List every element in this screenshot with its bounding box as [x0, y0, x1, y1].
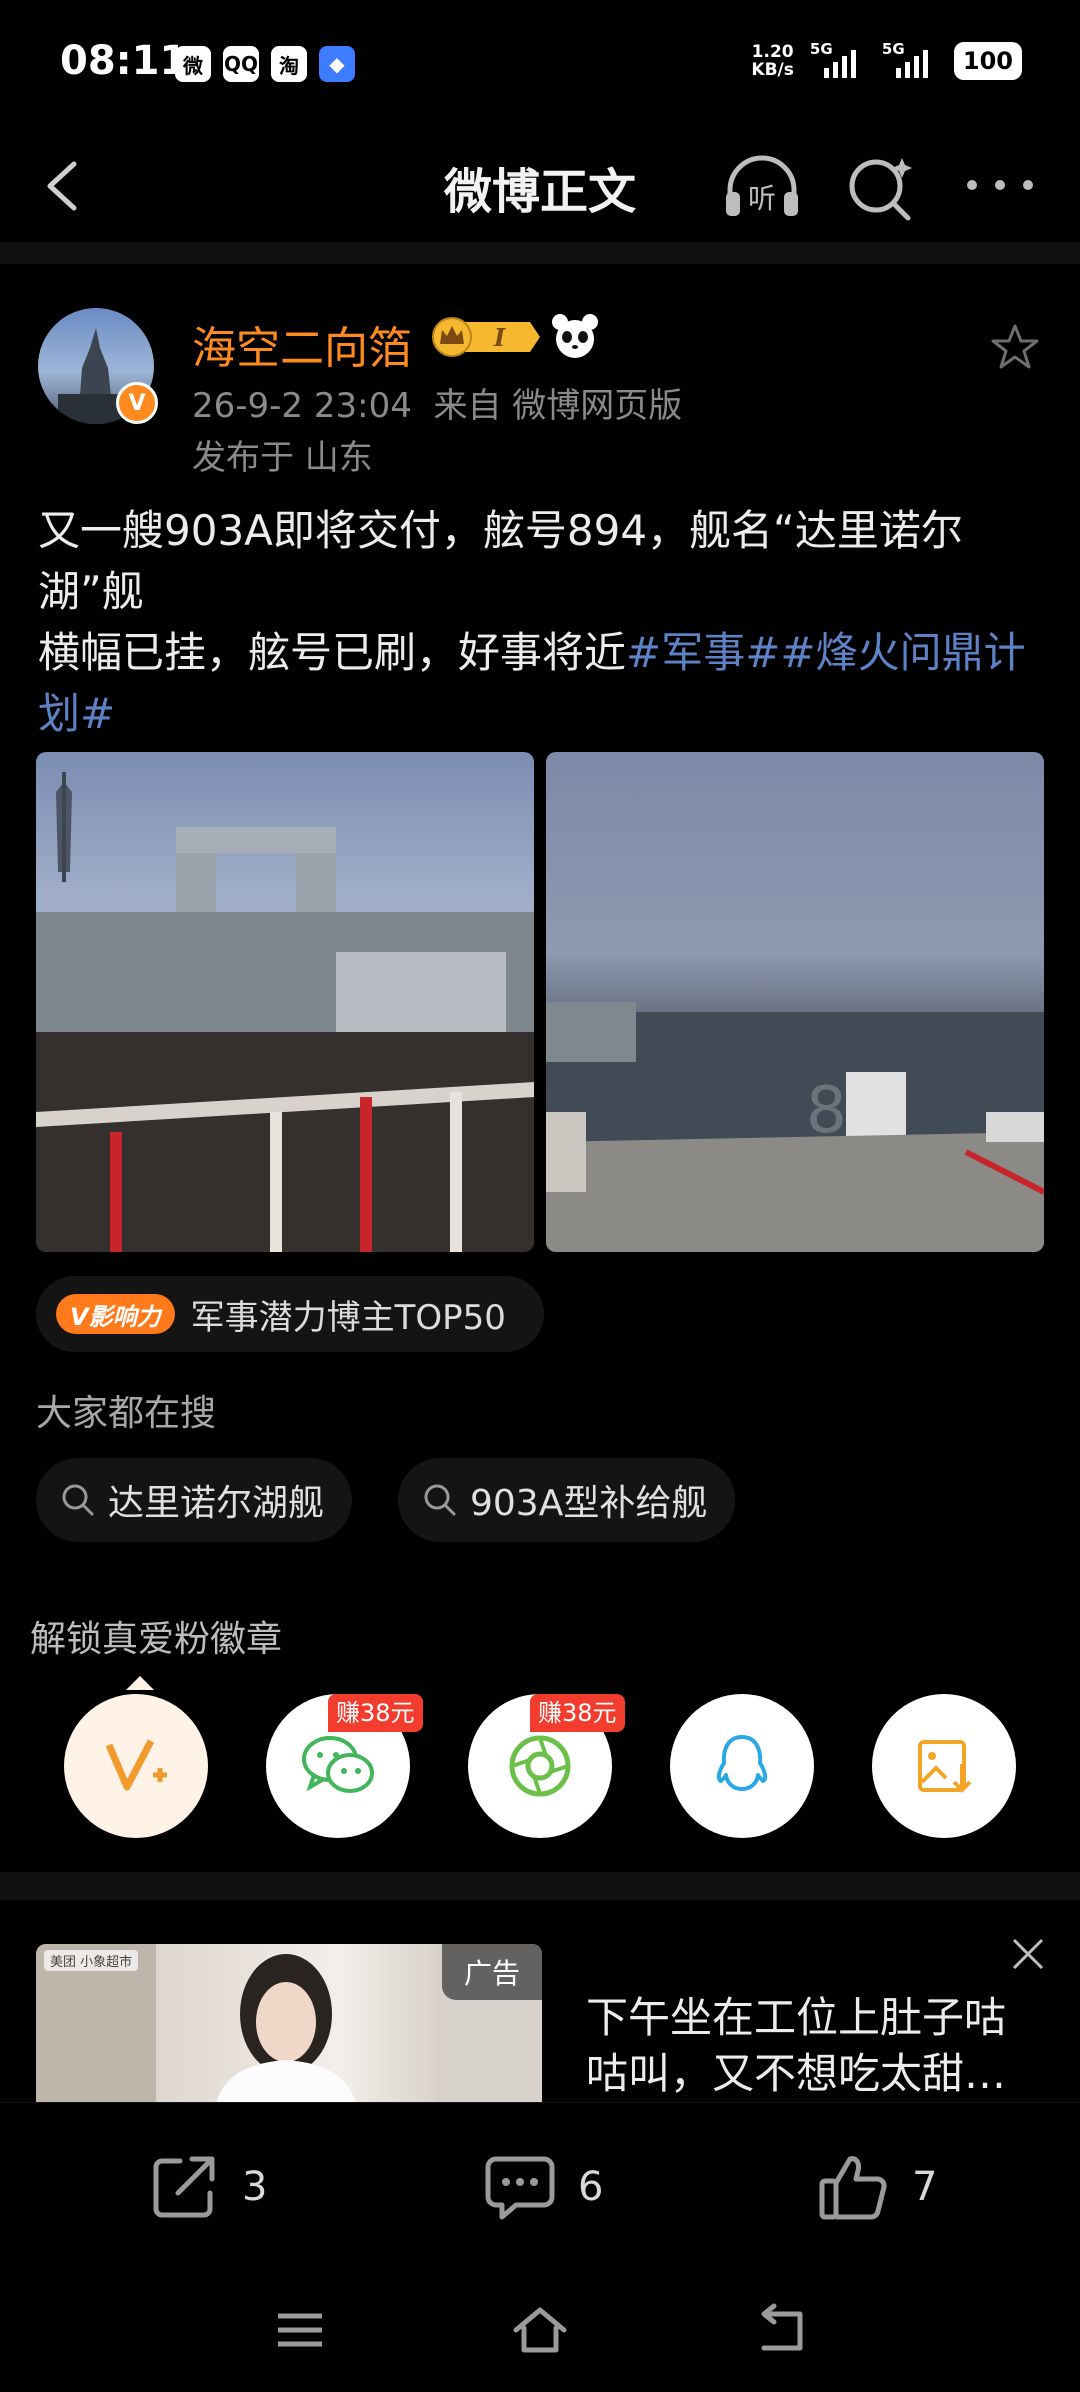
post-image[interactable] — [36, 752, 534, 1252]
post-body: 又一艘903A即将交付，舷号894，舰名“达里诺尔湖”舰 横幅已挂，舷号已刷，好… — [38, 500, 1048, 744]
page-title: 微博正文 — [443, 164, 636, 220]
status-bar: 08:11 微 QQ 淘 ◆ 1.20 KB/s 5G 5G 100 — [0, 0, 1080, 130]
verified-badge-icon: V — [116, 382, 158, 424]
author-name[interactable]: 海空二向箔 — [192, 312, 412, 376]
tooltip-pointer — [126, 1676, 154, 1690]
status-indicators: 1.20 KB/s 5G 5G 100 — [751, 40, 1022, 80]
menu-icon[interactable] — [270, 2300, 330, 2360]
post-time: 26-9-2 23:04 — [192, 386, 412, 426]
more-options-icon[interactable] — [962, 170, 1038, 200]
ad-brand: 美团 小象超市 — [44, 1950, 139, 1971]
signal-icon: 5G — [882, 40, 938, 78]
qq-icon — [716, 1735, 768, 1791]
hashtag-link[interactable]: #军事# — [626, 628, 780, 677]
search-suggestion-chip[interactable]: 达里诺尔湖舰 — [36, 1458, 353, 1542]
battery-icon: 100 — [953, 42, 1022, 80]
top-bar: 微博正文 听 — [0, 130, 1080, 240]
search-icon — [62, 1484, 94, 1516]
influence-label: 军事潜力博主TOP50 — [190, 1297, 506, 1338]
thumbs-up-icon — [819, 2156, 887, 2220]
trending-search-heading: 大家都在搜 — [36, 1393, 217, 1434]
post-location: 发布于 山东 — [192, 438, 373, 478]
save-image-icon — [918, 1740, 972, 1793]
comment-button[interactable]: 6 — [482, 2149, 603, 2225]
close-icon[interactable] — [1008, 1934, 1048, 1974]
reward-tag: 赚38元 — [530, 1694, 625, 1732]
svg-text:听: 听 — [748, 182, 776, 215]
network-speed: 1.20 KB/s — [751, 42, 794, 80]
wechat-moments-icon — [509, 1735, 571, 1797]
search-suggestion-chip[interactable]: 903A型补给舰 — [398, 1458, 736, 1542]
status-time: 08:11 — [60, 38, 188, 84]
svg-text:8: 8 — [806, 1074, 847, 1148]
system-nav-bar — [0, 2272, 1080, 2392]
share-button[interactable]: 3 — [146, 2149, 267, 2225]
favorite-star-icon[interactable] — [990, 322, 1040, 372]
save-image-button[interactable] — [872, 1694, 1016, 1838]
qq-notification-icon: QQ — [223, 46, 259, 82]
qq-share-button[interactable] — [670, 1694, 814, 1838]
back-icon[interactable] — [750, 2300, 810, 2360]
taobao-notification-icon: 淘 — [271, 46, 307, 82]
like-button[interactable]: 7 — [816, 2149, 937, 2225]
vplus-icon — [105, 1739, 167, 1791]
search-icon[interactable] — [846, 152, 916, 222]
like-count: 7 — [912, 2164, 938, 2210]
section-divider — [0, 1872, 1080, 1900]
vplus-share-button[interactable] — [64, 1694, 208, 1838]
svg-text:I: I — [493, 323, 506, 352]
app-notification-icon: ◆ — [319, 46, 355, 82]
signal-icon: 5G — [810, 40, 866, 78]
panda-icon — [552, 314, 598, 358]
section-divider — [0, 242, 1080, 264]
post-text-line: 横幅已挂，舷号已刷，好事将近#军事##烽火问鼎计划# — [38, 628, 1026, 738]
influence-badge: V影响力 — [56, 1294, 175, 1334]
crown-level-badge-icon: I — [432, 317, 540, 357]
reward-tag: 赚38元 — [328, 1694, 423, 1732]
post-source: 来自 微博网页版 — [433, 386, 683, 426]
headphones-listen-icon[interactable]: 听 — [720, 152, 804, 222]
post-text-line: 又一艘903A即将交付，舷号894，舰名“达里诺尔湖”舰 — [38, 506, 963, 616]
post-meta: 26-9-2 23:04 来自 微博网页版 — [192, 378, 682, 427]
post-action-bar: 3 6 7 — [0, 2102, 1080, 2272]
wechat-notification-icon: 微 — [175, 46, 211, 82]
search-icon — [424, 1484, 456, 1516]
post-image[interactable]: 8 — [546, 752, 1044, 1252]
fan-badge-heading: 解锁真爱粉徽章 — [30, 1619, 283, 1660]
home-icon[interactable] — [510, 2300, 570, 2360]
ad-title[interactable]: 下午坐在工位上肚子咕咕叫，又不想吃太甜… — [586, 1990, 1046, 2102]
share-count: 3 — [242, 2164, 268, 2210]
influence-rank-chip[interactable]: V影响力 军事潜力博主TOP50 — [36, 1276, 544, 1352]
wechat-icon — [302, 1736, 374, 1793]
ad-label: 广告 — [442, 1944, 542, 2000]
share-icon — [153, 2156, 215, 2218]
comment-count: 6 — [578, 2164, 604, 2210]
status-app-icons: 微 QQ 淘 ◆ — [175, 46, 355, 82]
comment-icon — [485, 2156, 555, 2220]
